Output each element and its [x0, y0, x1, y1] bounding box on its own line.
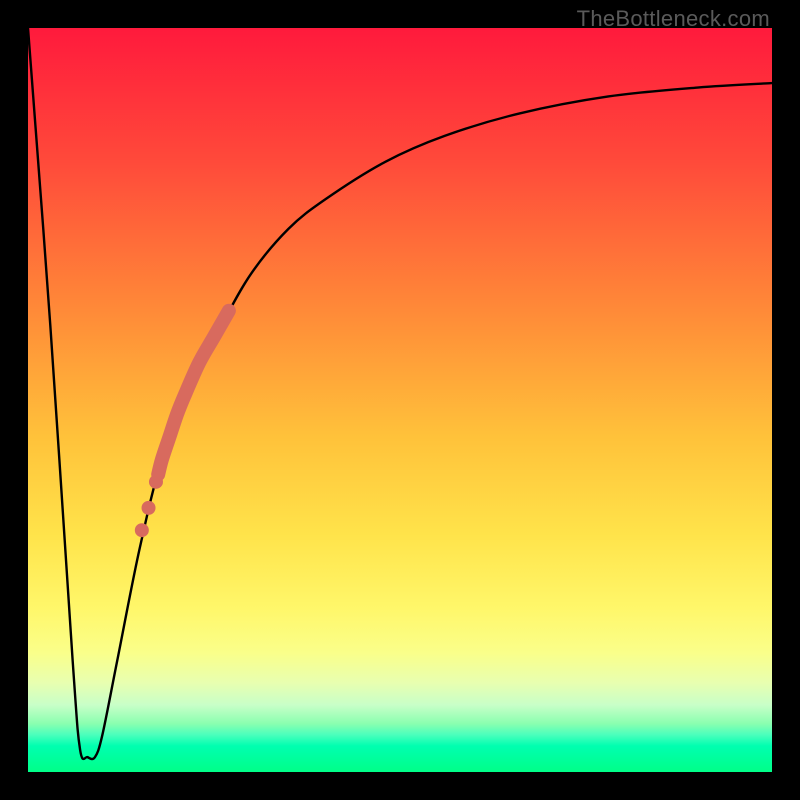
- chart-frame: TheBottleneck.com: [0, 0, 800, 800]
- highlight-group: [135, 311, 229, 537]
- curve-group: [28, 28, 772, 759]
- highlight-dot: [142, 501, 156, 515]
- plot-area: [28, 28, 772, 772]
- highlight-dot: [149, 475, 163, 489]
- highlight-segment: [158, 311, 229, 475]
- main-curve: [28, 28, 772, 759]
- highlight-dot: [135, 523, 149, 537]
- chart-svg: [28, 28, 772, 772]
